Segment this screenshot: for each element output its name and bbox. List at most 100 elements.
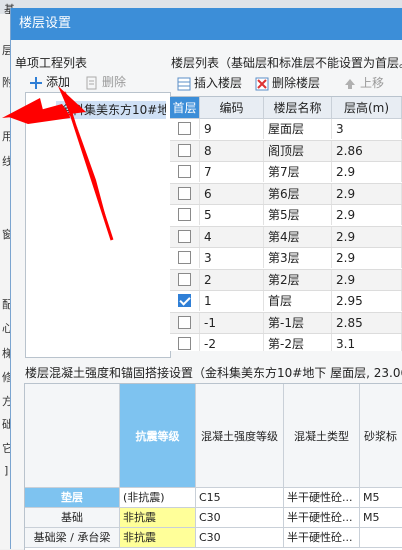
first-floor-checkbox[interactable]	[178, 208, 191, 221]
mortar-cell[interactable]	[360, 528, 402, 548]
first-floor-cell	[170, 119, 200, 139]
strength-cell[interactable]: C15	[196, 488, 284, 508]
first-floor-cell	[170, 269, 200, 290]
type-cell[interactable]: 半干硬性砼...	[284, 508, 360, 528]
component-row-label[interactable]: 基础梁 / 承台梁	[25, 528, 120, 548]
floor-code-cell[interactable]: 6	[200, 183, 264, 204]
floor-height-cell[interactable]: 2.95	[332, 291, 402, 311]
floor-row[interactable]: 3 第3层 2.9	[170, 248, 402, 270]
component-row-label[interactable]: 基础	[25, 508, 120, 528]
mortar-cell[interactable]: M5	[360, 508, 402, 528]
column-header-first-floor[interactable]: 首层	[170, 97, 200, 119]
insert-floor-button[interactable]: 插入楼层	[177, 72, 242, 94]
floor-height-cell[interactable]: 3.1	[332, 334, 402, 351]
floor-row[interactable]: 5 第5层 2.9	[170, 205, 402, 227]
floor-row[interactable]: 1 首层 2.95	[170, 291, 402, 313]
first-floor-checkbox[interactable]	[178, 272, 191, 286]
floor-row[interactable]: 7 第7层 2.9	[170, 162, 402, 184]
component-row-label[interactable]: 垫层	[25, 488, 120, 508]
floor-height-cell[interactable]: 2.9	[332, 162, 402, 182]
floor-row[interactable]: -1 第-1层 2.85	[170, 312, 402, 334]
first-floor-cell	[170, 291, 200, 311]
floor-name-cell[interactable]: 第2层	[264, 269, 332, 290]
floor-code-cell[interactable]: 4	[200, 226, 264, 247]
strength-cell[interactable]: C30	[196, 528, 284, 548]
first-floor-checkbox[interactable]	[178, 186, 191, 200]
floor-height-cell[interactable]: 3	[332, 119, 402, 139]
floor-code-cell[interactable]: 7	[200, 162, 264, 182]
floor-name-cell[interactable]: 第6层	[264, 183, 332, 204]
first-floor-checkbox[interactable]	[178, 294, 191, 307]
floor-code-cell[interactable]: 9	[200, 119, 264, 139]
first-floor-cell	[170, 162, 200, 182]
first-floor-checkbox[interactable]	[178, 337, 191, 350]
first-floor-checkbox[interactable]	[178, 165, 191, 178]
floor-name-cell[interactable]: 第7层	[264, 162, 332, 182]
first-floor-checkbox[interactable]	[178, 315, 191, 329]
floor-code-cell[interactable]: 8	[200, 140, 264, 161]
first-floor-checkbox[interactable]	[178, 251, 191, 264]
floor-row[interactable]: -2 第-2层 3.1	[170, 334, 402, 351]
floor-name-cell[interactable]: 第4层	[264, 226, 332, 247]
bottom-section-label: 楼层混凝土强度和锚固搭接设置（金科集美东方10#地下 屋面层, 23.06	[25, 366, 402, 380]
project-tree-node[interactable]: 金科集美东方10#地下	[56, 101, 166, 119]
floor-height-cell[interactable]: 2.9	[332, 269, 402, 290]
delete-project-button[interactable]: 删除	[85, 71, 126, 93]
floor-height-cell[interactable]: 2.9	[332, 183, 402, 204]
floor-code-cell[interactable]: 1	[200, 291, 264, 311]
dialog-title[interactable]: 楼层设置	[11, 8, 402, 40]
floor-name-cell[interactable]: 屋面层	[264, 119, 332, 139]
floor-name-cell[interactable]: 第5层	[264, 205, 332, 225]
column-header-height[interactable]: 层高(m)	[332, 97, 402, 119]
floor-name-cell[interactable]: 首层	[264, 291, 332, 311]
column-header-seismic[interactable]: 抗震等级	[120, 384, 196, 488]
floor-code-cell[interactable]: -2	[200, 334, 264, 351]
move-up-button[interactable]: 上移	[343, 72, 384, 94]
floor-code-cell[interactable]: 3	[200, 248, 264, 268]
floor-name-cell[interactable]: 第-2层	[264, 334, 332, 351]
first-floor-checkbox[interactable]	[178, 229, 191, 243]
column-header-code[interactable]: 编码	[200, 97, 264, 119]
floor-row[interactable]: 8 阁顶层 2.86	[170, 140, 402, 162]
floor-height-cell[interactable]: 2.9	[332, 226, 402, 247]
column-header-floor-name[interactable]: 楼层名称	[264, 97, 332, 119]
first-floor-cell	[170, 226, 200, 247]
mortar-cell[interactable]: M5	[360, 488, 402, 508]
column-header-concrete-strength[interactable]: 混凝土强度等级	[196, 384, 284, 488]
seismic-cell[interactable]: 非抗震	[120, 508, 196, 528]
first-floor-cell	[170, 312, 200, 333]
delete-floor-label: 删除楼层	[272, 76, 321, 90]
delete-floor-button[interactable]: 删除楼层	[255, 72, 320, 94]
floor-code-cell[interactable]: -1	[200, 312, 264, 333]
floor-code-cell[interactable]: 2	[200, 269, 264, 290]
floor-list-table: 首层 编码 楼层名称 层高(m) 9 屋面层 3 8 阁顶层 2.86 7 第7层 2.9 6 第6…	[170, 96, 402, 351]
first-floor-cell	[170, 183, 200, 204]
floor-code-cell[interactable]: 5	[200, 205, 264, 225]
column-header-concrete-type[interactable]: 混凝土类型	[284, 384, 360, 488]
strength-cell[interactable]: C30	[196, 508, 284, 528]
floor-name-cell[interactable]: 阁顶层	[264, 140, 332, 161]
seismic-cell[interactable]: 非抗震	[120, 528, 196, 548]
arrow-up-icon	[343, 76, 357, 90]
project-list-panel: 金科集美东方10#地下	[25, 92, 171, 358]
type-cell[interactable]: 半干硬性砼...	[284, 488, 360, 508]
floor-height-cell[interactable]: 2.9	[332, 205, 402, 225]
column-header-mortar[interactable]: 砂浆标	[360, 384, 402, 488]
floor-row[interactable]: 6 第6层 2.9	[170, 183, 402, 205]
first-floor-checkbox[interactable]	[178, 143, 191, 157]
floor-height-cell[interactable]: 2.85	[332, 312, 402, 333]
add-project-button[interactable]: 添加	[29, 71, 70, 93]
floor-name-cell[interactable]: 第-1层	[264, 312, 332, 333]
floor-row[interactable]: 2 第2层 2.9	[170, 269, 402, 291]
floor-row[interactable]: 9 屋面层 3	[170, 119, 402, 141]
floor-name-cell[interactable]: 第3层	[264, 248, 332, 268]
floor-height-cell[interactable]: 2.9	[332, 248, 402, 268]
floor-row[interactable]: 4 第4层 2.9	[170, 226, 402, 248]
floor-height-cell[interactable]: 2.86	[332, 140, 402, 161]
type-cell[interactable]: 半干硬性砼...	[284, 528, 360, 548]
concrete-settings-table: 抗震等级 混凝土强度等级 混凝土类型 砂浆标 垫层 (非抗震) C15 半干硬性砼..…	[24, 383, 402, 550]
delete-row-icon	[255, 76, 269, 91]
seismic-cell[interactable]: (非抗震)	[120, 488, 196, 508]
first-floor-cell	[170, 205, 200, 225]
first-floor-checkbox[interactable]	[178, 122, 191, 135]
